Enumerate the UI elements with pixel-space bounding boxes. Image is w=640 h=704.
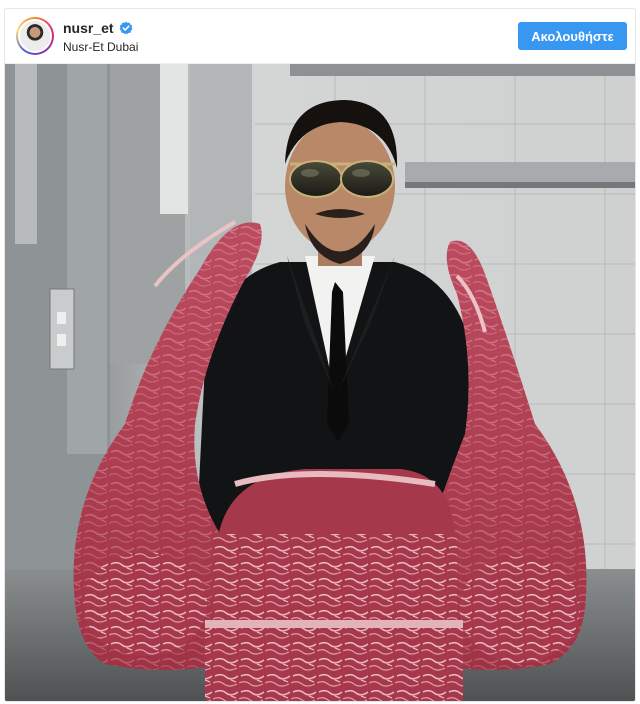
- post-photo[interactable]: [5, 64, 635, 701]
- avatar-image: [18, 19, 52, 53]
- username-link[interactable]: nusr_et: [63, 20, 114, 36]
- user-info: nusr_et Nusr-Et Dubai: [63, 20, 138, 54]
- profile-avatar[interactable]: [16, 17, 54, 55]
- verified-badge-icon: [119, 21, 133, 35]
- follow-button[interactable]: Ακολουθήστε: [518, 22, 627, 50]
- post-header: nusr_et Nusr-Et Dubai Ακολουθήστε: [5, 9, 635, 64]
- username-row: nusr_et: [63, 20, 138, 36]
- location-link[interactable]: Nusr-Et Dubai: [63, 40, 138, 54]
- photo-image-illustration: [5, 64, 635, 701]
- instagram-post: nusr_et Nusr-Et Dubai Ακολουθήστε: [4, 8, 636, 702]
